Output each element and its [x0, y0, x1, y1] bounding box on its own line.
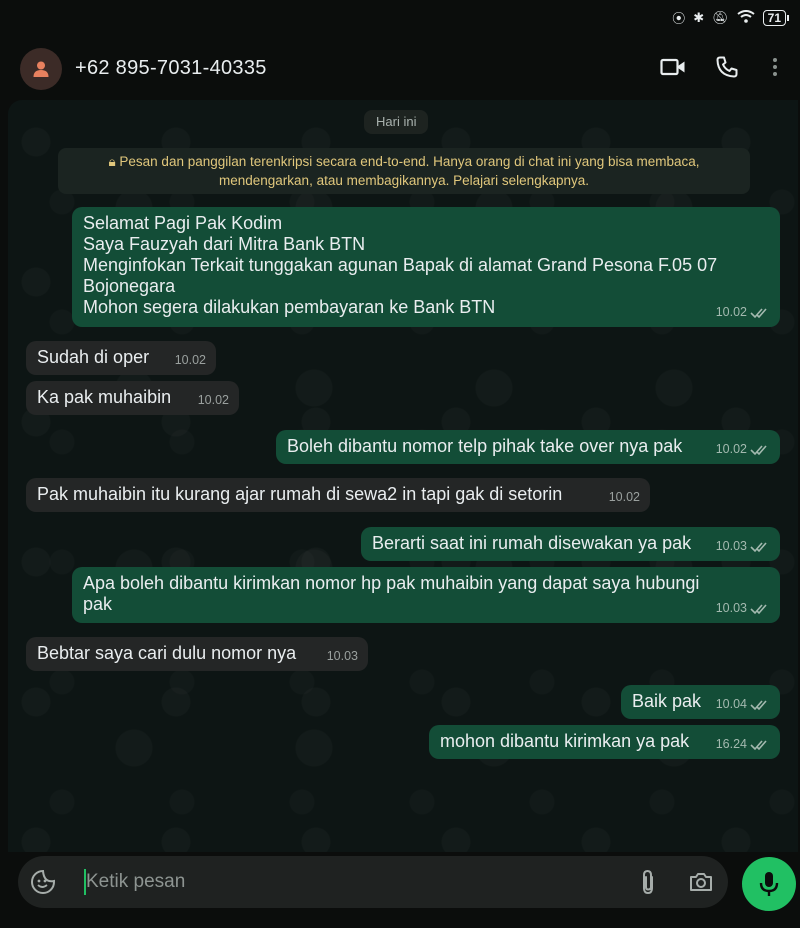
- message-meta: 10.04: [716, 694, 770, 715]
- double-check-icon: [750, 307, 767, 318]
- status-bar: ⦿ ✱ 🔕︎ 71: [0, 0, 800, 36]
- mute-icon: 🔕︎: [712, 9, 729, 25]
- message-meta: 16.24: [716, 734, 770, 755]
- message-time: 10.02: [197, 393, 229, 407]
- attach-button[interactable]: [638, 869, 658, 900]
- message-time: 10.02: [715, 442, 747, 456]
- phone-icon: [716, 56, 738, 78]
- message-meta: 10.03: [716, 598, 770, 619]
- message-bubble-outgoing[interactable]: Selamat Pagi Pak Kodim Saya Fauzyah dari…: [72, 207, 780, 327]
- message-text: Boleh dibantu nomor telp pihak take over…: [287, 436, 683, 456]
- message-time: 10.02: [174, 353, 206, 367]
- message-composer: Ketik pesan: [18, 856, 728, 908]
- chat-header: +62 895-7031-40335: [0, 36, 800, 100]
- double-check-icon: [750, 739, 767, 750]
- wifi-icon: [737, 9, 755, 26]
- message-time: 10.04: [715, 697, 747, 711]
- message-input[interactable]: Ketik pesan: [86, 871, 185, 893]
- contact-name[interactable]: +62 895-7031-40335: [75, 57, 267, 80]
- sticker-emoji-button[interactable]: [30, 869, 56, 900]
- voice-call-button[interactable]: [712, 52, 742, 82]
- message-meta: 10.03: [716, 536, 770, 557]
- video-camera-icon: [660, 58, 685, 76]
- message-meta: 10.02: [609, 487, 640, 508]
- encryption-notice-text: Pesan dan panggilan terenkripsi secara e…: [119, 154, 700, 188]
- message-time: 10.03: [715, 601, 747, 615]
- message-bubble-outgoing[interactable]: Baik pak 10.04: [621, 685, 780, 719]
- battery-indicator: 71: [762, 9, 790, 26]
- message-text: Apa boleh dibantu kirimkan nomor hp pak …: [83, 573, 700, 614]
- double-check-icon: [750, 603, 767, 614]
- message-meta: 10.02: [716, 302, 770, 323]
- camera-button[interactable]: [688, 870, 714, 899]
- double-check-icon: [750, 699, 767, 710]
- message-time: 10.02: [715, 305, 747, 319]
- double-check-icon: [750, 541, 767, 552]
- video-call-button[interactable]: [658, 52, 688, 82]
- message-meta: 10.02: [198, 390, 229, 411]
- lock-icon: 🔒︎: [108, 154, 120, 169]
- voice-message-button[interactable]: [742, 857, 796, 911]
- encryption-notice[interactable]: 🔒︎ Pesan dan panggilan terenkripsi secar…: [58, 148, 750, 194]
- message-bubble-outgoing[interactable]: Boleh dibantu nomor telp pihak take over…: [276, 430, 780, 464]
- message-bubble-outgoing[interactable]: mohon dibantu kirimkan ya pak 16.24: [429, 725, 780, 759]
- more-options-button[interactable]: [760, 52, 790, 82]
- more-vertical-icon: [773, 58, 777, 76]
- message-time: 16.24: [715, 737, 747, 751]
- message-meta: 10.03: [327, 646, 358, 667]
- nfc-icon: ⦿: [672, 11, 686, 26]
- microphone-icon: [759, 872, 779, 896]
- message-time: 10.03: [326, 649, 358, 663]
- message-bubble-outgoing[interactable]: Apa boleh dibantu kirimkan nomor hp pak …: [72, 567, 780, 623]
- message-text: Pak muhaibin itu kurang ajar rumah di se…: [37, 484, 563, 504]
- message-bubble-outgoing[interactable]: Berarti saat ini rumah disewakan ya pak …: [361, 527, 780, 561]
- person-icon: [33, 61, 49, 77]
- camera-icon: [690, 873, 712, 891]
- bluetooth-icon: ✱: [693, 9, 705, 25]
- message-text: Berarti saat ini rumah disewakan ya pak: [372, 533, 692, 553]
- paperclip-icon: [643, 869, 653, 895]
- double-check-icon: [750, 444, 767, 455]
- status-icons: ⦿ ✱ 🔕︎ 71: [672, 8, 790, 27]
- message-meta: 10.02: [716, 439, 770, 460]
- message-time: 10.02: [608, 490, 640, 504]
- message-meta: 10.02: [175, 350, 206, 371]
- sticker-icon: [31, 869, 55, 894]
- message-bubble-incoming[interactable]: Sudah di oper 10.02: [26, 341, 216, 375]
- message-text: Bebtar saya cari dulu nomor nya: [37, 643, 297, 663]
- avatar[interactable]: [20, 48, 62, 90]
- message-bubble-incoming[interactable]: Bebtar saya cari dulu nomor nya 10.03: [26, 637, 368, 671]
- message-bubble-incoming[interactable]: Ka pak muhaibin 10.02: [26, 381, 239, 415]
- date-chip: Hari ini: [364, 110, 429, 134]
- message-text: Selamat Pagi Pak Kodim Saya Fauzyah dari…: [83, 213, 718, 317]
- message-bubble-incoming[interactable]: Pak muhaibin itu kurang ajar rumah di se…: [26, 478, 650, 512]
- message-time: 10.03: [715, 539, 747, 553]
